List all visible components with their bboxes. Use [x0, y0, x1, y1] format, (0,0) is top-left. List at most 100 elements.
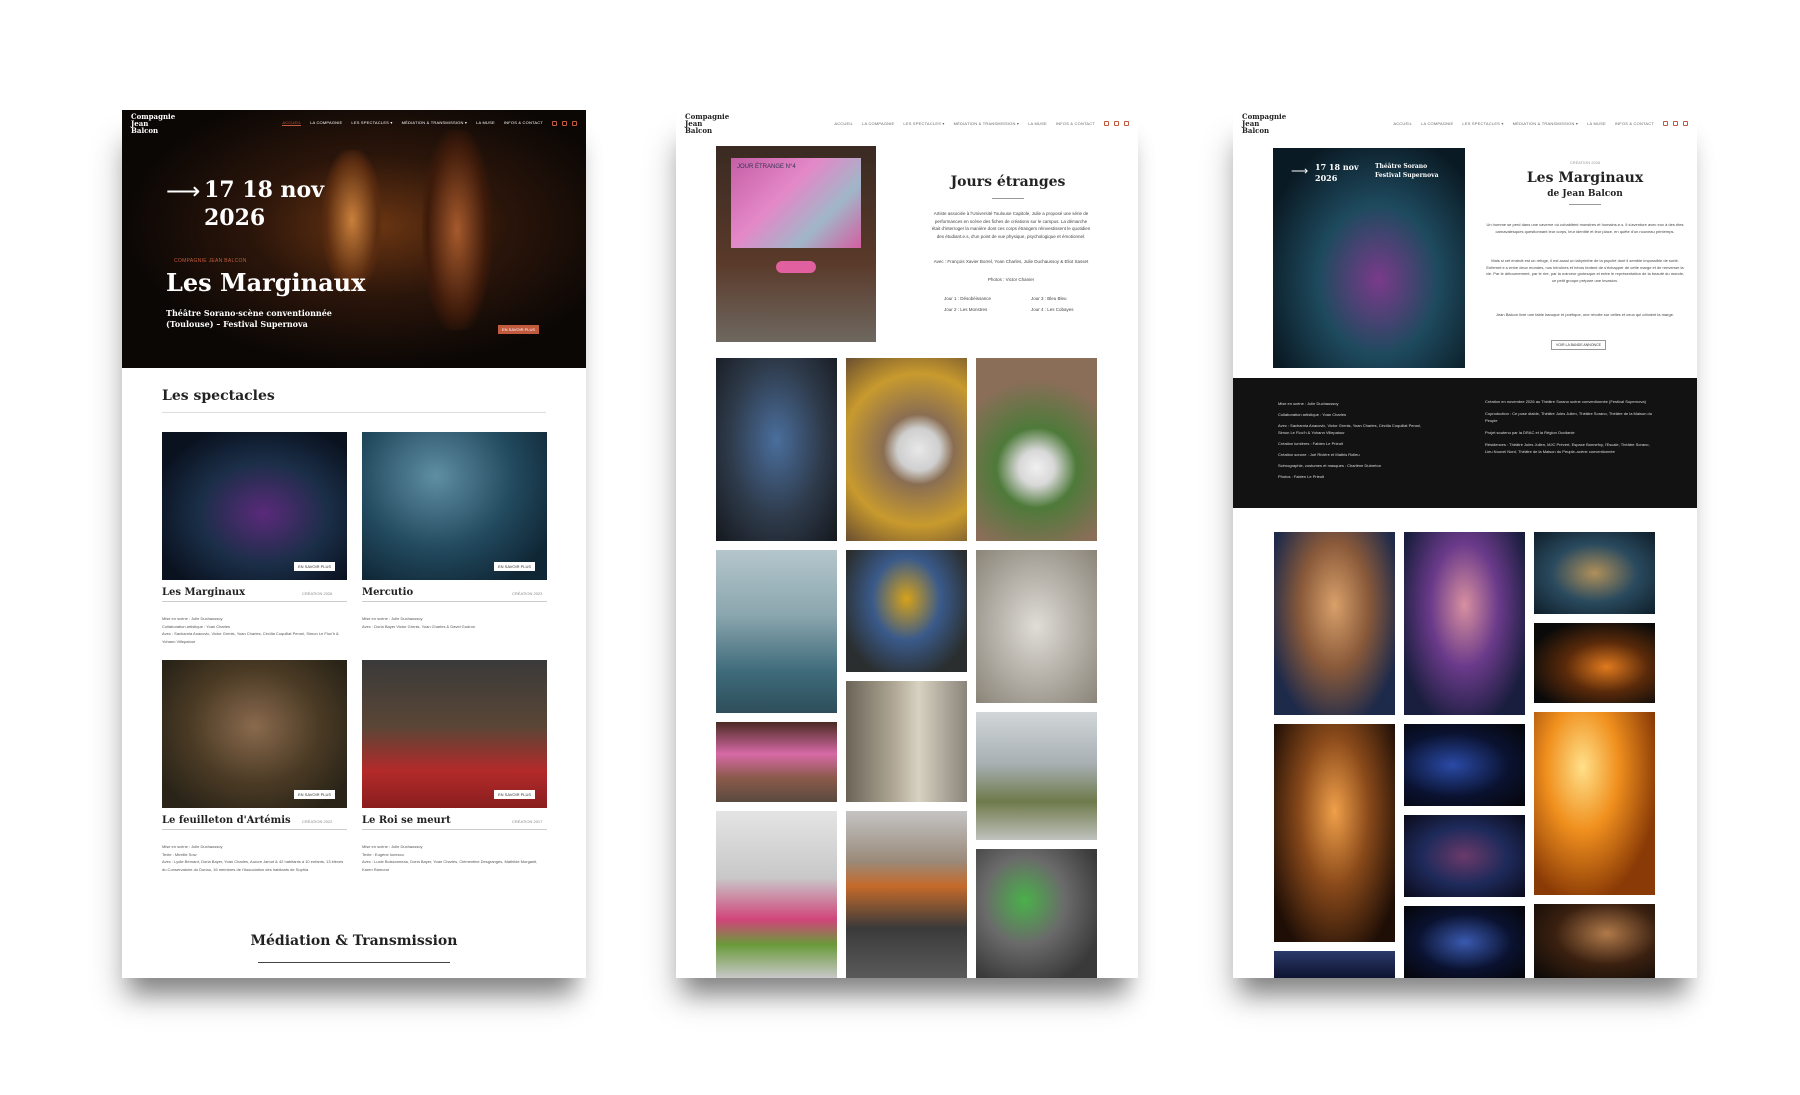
nav-accueil[interactable]: ACCUEIL: [1393, 121, 1412, 126]
nav-compagnie[interactable]: LA COMPAGNIE: [1421, 121, 1453, 126]
gallery-photo[interactable]: [1274, 951, 1395, 978]
instagram-icon[interactable]: [552, 120, 557, 126]
hero-cta-button[interactable]: EN SAVOIR PLUS: [498, 325, 540, 334]
gallery-photo[interactable]: [1404, 532, 1525, 715]
gallery-photo[interactable]: [716, 722, 837, 802]
show-image[interactable]: [162, 432, 347, 580]
credit-line: Avec : Sacharnia Anacovic, Victor Grenis…: [1278, 423, 1422, 435]
social-links: [1663, 120, 1688, 126]
credit-line: Création lumières : Fabien Le Prieult: [1278, 441, 1343, 446]
more-button[interactable]: EN SAVOIR PLUS: [494, 790, 536, 799]
gallery-photo[interactable]: [1404, 906, 1525, 978]
cast-text: Avec : François Xavier Borrel, Yoan Char…: [933, 259, 1089, 264]
nav-contact[interactable]: INFOS & CONTACT: [504, 120, 543, 126]
gallery-photo[interactable]: [1404, 815, 1525, 897]
youtube-icon[interactable]: [1683, 120, 1688, 126]
nav-muse[interactable]: LA MUSE: [476, 120, 495, 126]
divider: [1569, 204, 1601, 205]
gallery-photo[interactable]: [846, 811, 967, 978]
site-logo[interactable]: Compagnie Jean Balcon: [685, 113, 729, 134]
card-title[interactable]: Le feuilleton d'Artémis: [162, 815, 291, 826]
credit-line: Mise en scène : Julie Duchaussoy: [1278, 401, 1339, 406]
main-menu: ACCUEIL LA COMPAGNIE LES SPECTACLES ▾ MÉ…: [1393, 121, 1654, 126]
card-title[interactable]: Le Roi se meurt: [362, 815, 451, 826]
facebook-icon[interactable]: [1114, 120, 1119, 126]
nav-accueil[interactable]: ACCUEIL: [282, 120, 302, 126]
facebook-icon[interactable]: [1673, 120, 1678, 126]
gallery-photo[interactable]: [1534, 623, 1655, 703]
card-credits: Mise en scène : Julie Duchaussoy Texte :…: [362, 844, 538, 872]
main-menu: ACCUEIL LA COMPAGNIE LES SPECTACLES ▾ MÉ…: [282, 120, 543, 126]
screen-text: JOUR ÉTRANGE N°4: [731, 158, 861, 248]
more-button[interactable]: EN SAVOIR PLUS: [494, 562, 536, 571]
day-link[interactable]: Jour 3 : Bleu Bleu: [1031, 295, 1067, 302]
credit-line: Création sonore : Joé Rivière et Mathis …: [1278, 452, 1360, 457]
day-link[interactable]: Jour 2 : Les Monstres: [944, 306, 987, 313]
gallery-photo[interactable]: [976, 849, 1097, 978]
gallery-photo[interactable]: [976, 358, 1097, 541]
nav-mediation[interactable]: MÉDIATION & TRANSMISSION ▾: [1513, 121, 1579, 126]
gallery-photo[interactable]: [846, 358, 967, 541]
nav-mediation[interactable]: MÉDIATION & TRANSMISSION ▾: [954, 121, 1020, 126]
site-logo[interactable]: Compagnie Jean Balcon: [131, 113, 175, 134]
main-menu: ACCUEIL LA COMPAGNIE LES SPECTACLES ▾ MÉ…: [834, 121, 1095, 126]
hero-banner: Compagnie Jean Balcon ACCUEIL LA COMPAGN…: [122, 110, 586, 368]
gallery-photo[interactable]: [1404, 724, 1525, 806]
hero-figure-image: [422, 130, 492, 330]
top-nav: Compagnie Jean Balcon ACCUEIL LA COMPAGN…: [122, 110, 586, 136]
card-year: CRÉATION 2017: [512, 819, 543, 824]
gallery-photo[interactable]: [976, 712, 1097, 840]
facebook-icon[interactable]: [562, 120, 567, 126]
gallery-photo[interactable]: [716, 811, 837, 978]
card-title[interactable]: Mercutio: [362, 587, 413, 598]
divider: [258, 962, 450, 963]
gallery-photo[interactable]: [716, 358, 837, 541]
gallery-photo[interactable]: [846, 681, 967, 802]
card-title[interactable]: Les Marginaux: [162, 587, 245, 598]
gallery-photo[interactable]: [1534, 532, 1655, 614]
mediation-title: Médiation & Transmission: [250, 933, 458, 949]
nav-compagnie[interactable]: LA COMPAGNIE: [862, 121, 894, 126]
nav-spectacles[interactable]: LES SPECTACLES ▾: [351, 120, 392, 126]
nav-muse[interactable]: LA MUSE: [1587, 121, 1606, 126]
more-button[interactable]: EN SAVOIR PLUS: [294, 562, 336, 571]
youtube-icon[interactable]: [1124, 120, 1129, 126]
credits-left: Mise en scène : Julie Duchaussoy Collabo…: [1278, 398, 1428, 482]
social-links: [552, 120, 577, 126]
arrow-icon: ⟶: [166, 178, 201, 205]
instagram-icon[interactable]: [1663, 120, 1668, 126]
nav-muse[interactable]: LA MUSE: [1028, 121, 1047, 126]
show-image[interactable]: [362, 432, 547, 580]
trailer-button[interactable]: VOIR LA BANDE ANNONCE: [1551, 340, 1606, 350]
gallery-photo[interactable]: [846, 550, 967, 672]
featured-image: JOUR ÉTRANGE N°4: [716, 146, 876, 342]
poster-date: 17 18 nov 2026: [1315, 162, 1359, 183]
nav-mediation[interactable]: MÉDIATION & TRANSMISSION ▾: [402, 120, 468, 126]
show-image[interactable]: [162, 660, 347, 808]
instagram-icon[interactable]: [1104, 120, 1109, 126]
gallery-photo[interactable]: [1274, 724, 1395, 942]
show-image[interactable]: [362, 660, 547, 808]
gallery-photo[interactable]: [1534, 904, 1655, 978]
nav-contact[interactable]: INFOS & CONTACT: [1056, 121, 1095, 126]
gallery-photo[interactable]: [1274, 532, 1395, 715]
more-button[interactable]: EN SAVOIR PLUS: [294, 790, 336, 799]
youtube-icon[interactable]: [572, 120, 577, 126]
show-poster: ⟶ 17 18 nov 2026 Théâtre Sorano Festival…: [1273, 148, 1465, 368]
site-logo[interactable]: Compagnie Jean Balcon: [1242, 113, 1286, 134]
day-link[interactable]: Jour 1 : Désobéissance: [944, 295, 991, 302]
nav-spectacles[interactable]: LES SPECTACLES ▾: [1462, 121, 1503, 126]
gallery-photo[interactable]: [1534, 712, 1655, 895]
gallery-photo[interactable]: [976, 550, 1097, 703]
nav-contact[interactable]: INFOS & CONTACT: [1615, 121, 1654, 126]
gallery-photo[interactable]: [716, 550, 837, 713]
nav-spectacles[interactable]: LES SPECTACLES ▾: [903, 121, 944, 126]
divider: [162, 412, 546, 413]
divider: [162, 829, 347, 830]
card-credits: Mise en scène : Julie Duchaussoy Collabo…: [162, 616, 339, 644]
nav-accueil[interactable]: ACCUEIL: [834, 121, 853, 126]
divider: [362, 829, 547, 830]
synopsis-3: Jean Balcon livre une fable baroque et p…: [1495, 312, 1675, 317]
nav-compagnie[interactable]: LA COMPAGNIE: [310, 120, 342, 126]
day-link[interactable]: Jour 4 : Les Cobayes: [1031, 306, 1074, 313]
